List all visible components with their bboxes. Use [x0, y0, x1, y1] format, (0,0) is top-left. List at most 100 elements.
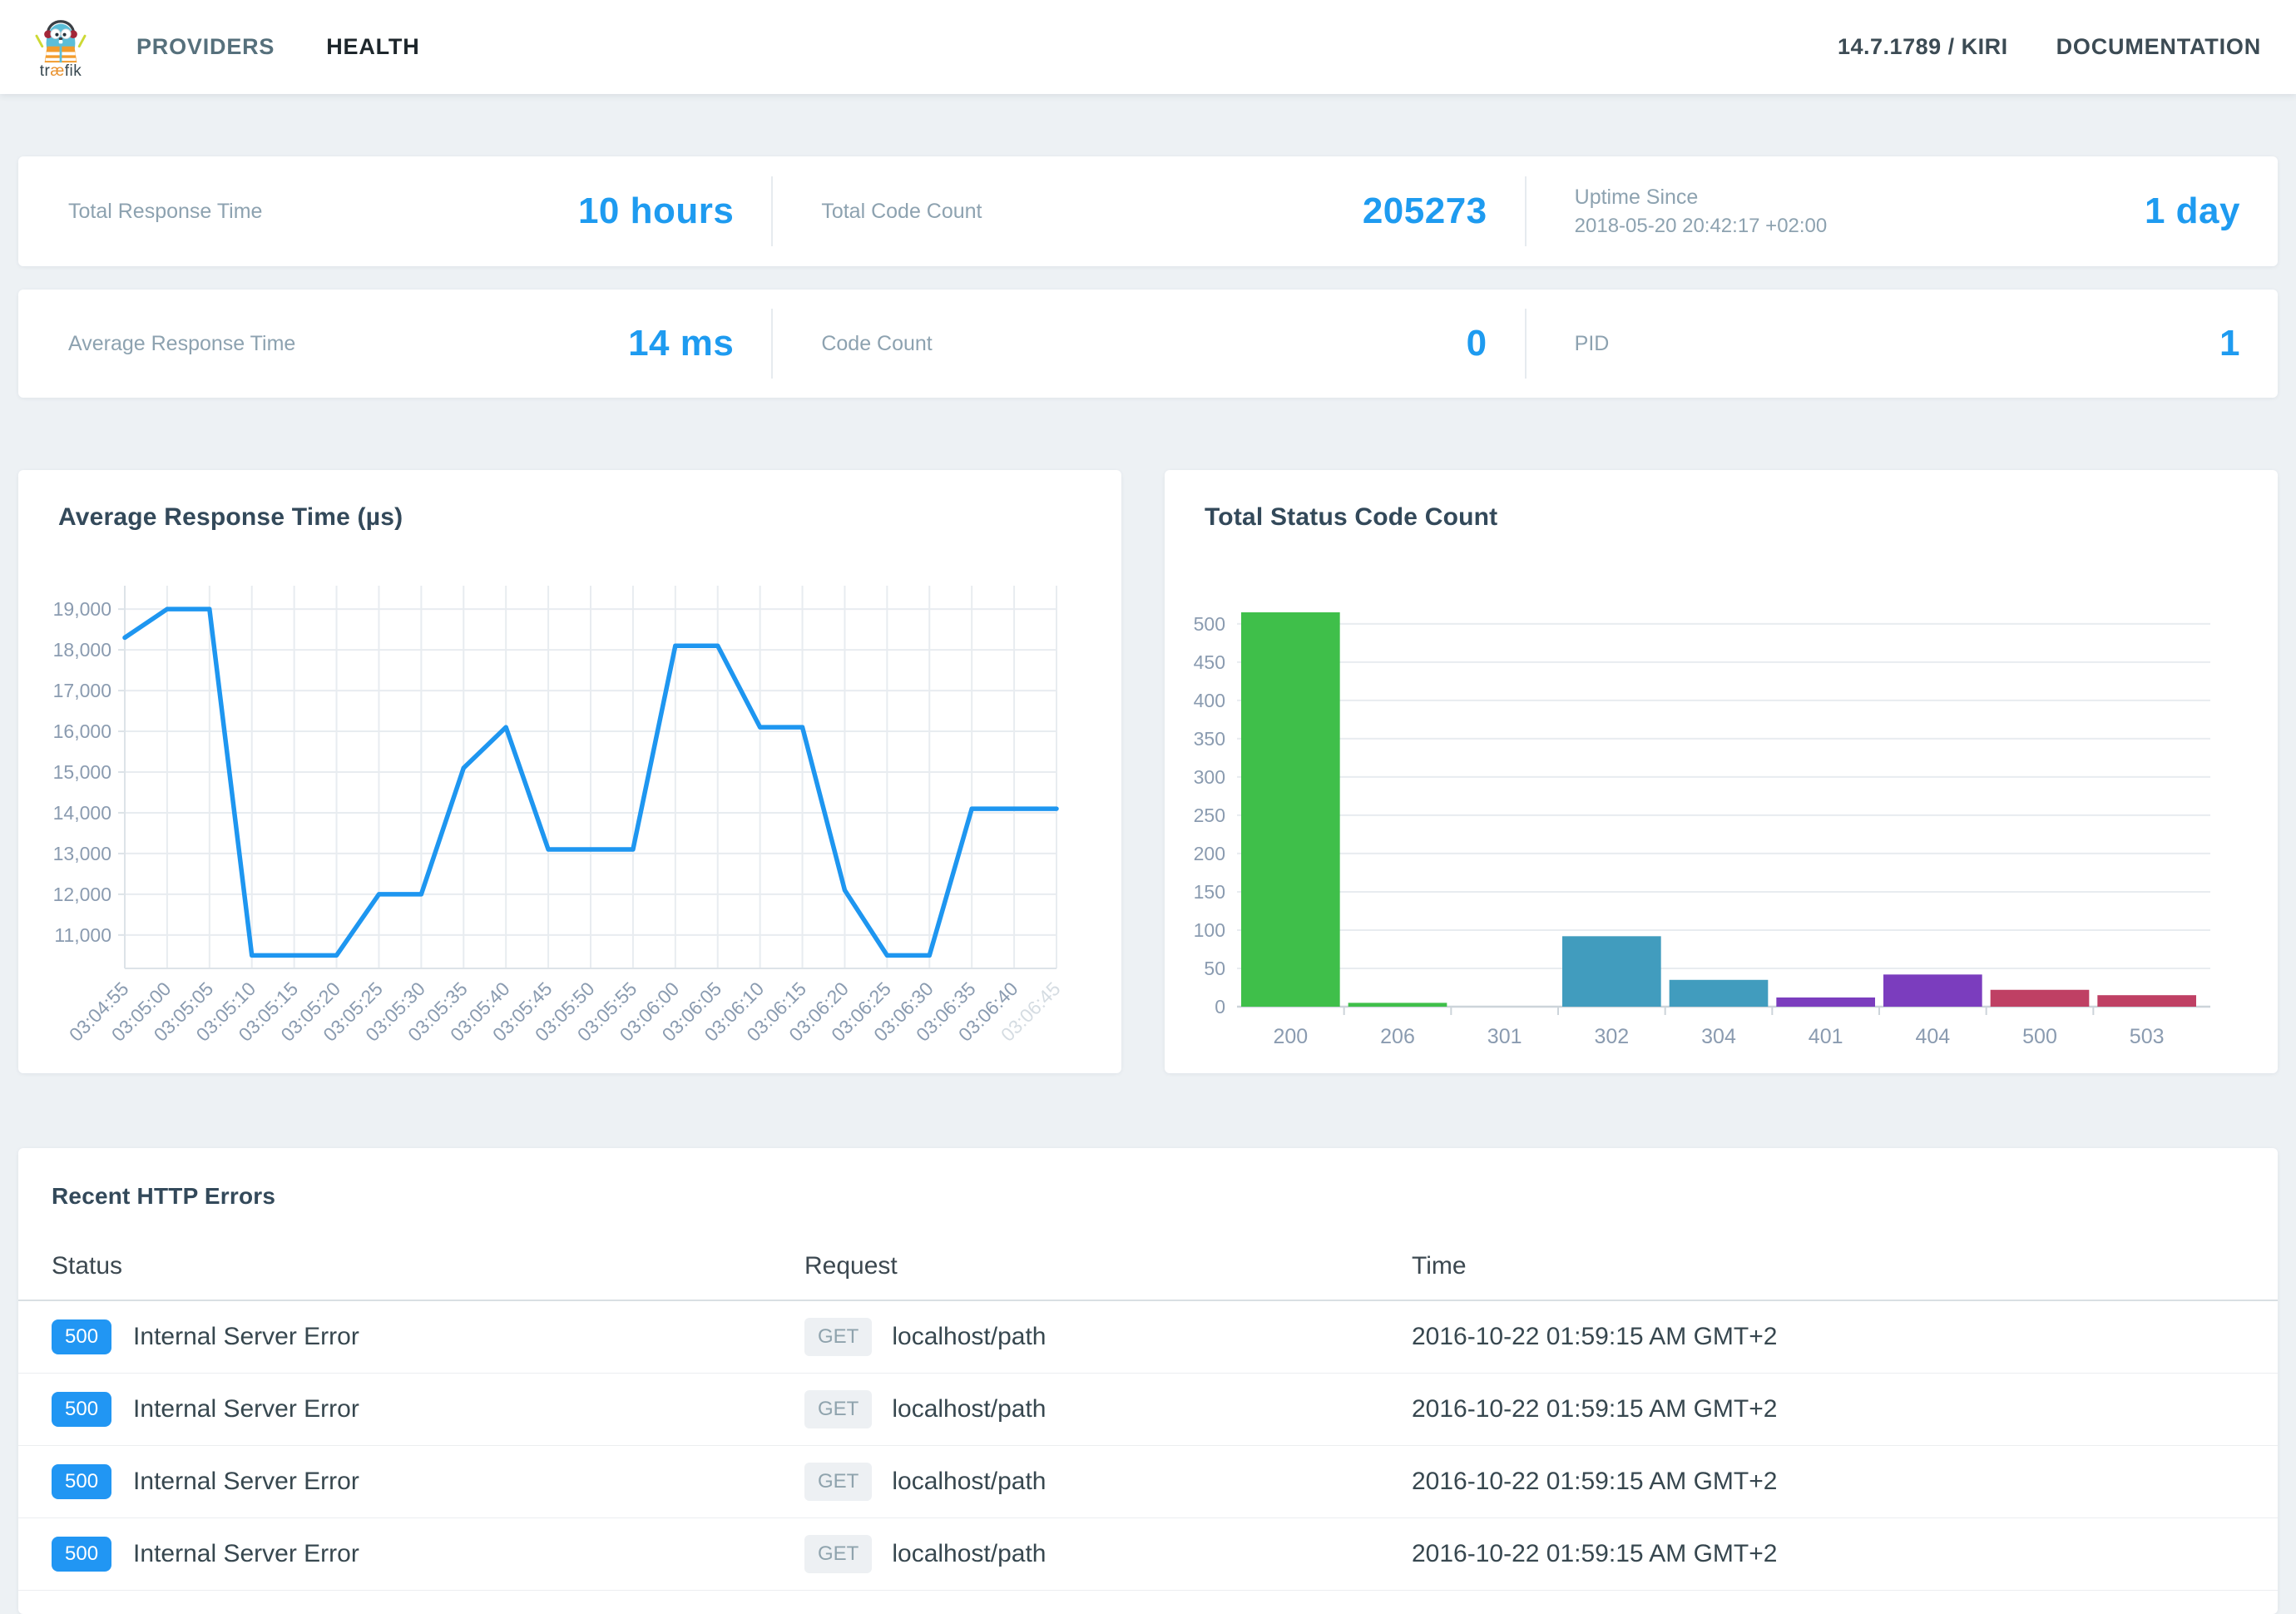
svg-text:13,000: 13,000 [53, 843, 111, 864]
svg-text:14,000: 14,000 [53, 802, 111, 824]
svg-text:200: 200 [1273, 1025, 1308, 1048]
charts-row: Average Response Time (µs) 11,00012,0001… [18, 470, 2278, 1073]
bar-404 [1883, 974, 1982, 1007]
errors-table: Status Request Time 500 Internal Server … [18, 1233, 2278, 1591]
table-row: 500 Internal Server Error GET localhost/… [18, 1301, 2278, 1374]
status-text: Internal Server Error [133, 1468, 359, 1496]
stat-average-response-time: Average Response Time 14 ms [18, 290, 771, 398]
request-path: localhost/path [892, 1540, 1046, 1568]
y-axis-labels: 0 50 100 150 200 250 300 350 400 450 500 [1194, 613, 1225, 1017]
nav-item-providers[interactable]: PROVIDERS [136, 34, 275, 60]
svg-text:300: 300 [1194, 766, 1225, 788]
table-row: 500 Internal Server Error GET localhost/… [18, 1374, 2278, 1446]
svg-text:350: 350 [1194, 728, 1225, 750]
column-header-request: Request [804, 1252, 1412, 1280]
svg-text:450: 450 [1194, 651, 1225, 673]
status-code-badge: 500 [52, 1319, 111, 1354]
chart-title: Total Status Code Count [1165, 503, 2278, 532]
bar-200 [1241, 612, 1340, 1007]
stat-pid: PID 1 [1525, 290, 2278, 398]
svg-text:401: 401 [1809, 1025, 1843, 1048]
svg-text:400: 400 [1194, 690, 1225, 711]
status-text: Internal Server Error [133, 1323, 359, 1351]
status-code-bar-chart: 0 50 100 150 200 250 300 350 400 450 500 200 206 301 3… [1165, 544, 2278, 1077]
error-time: 2016-10-22 01:59:15 AM GMT+2 [1412, 1468, 2278, 1496]
stat-label: Uptime Since [1575, 186, 1828, 210]
http-method-badge: GET [804, 1463, 872, 1501]
status-code-bars [1241, 612, 2196, 1007]
status-text: Internal Server Error [133, 1540, 359, 1568]
svg-text:304: 304 [1701, 1025, 1736, 1048]
svg-text:11,000: 11,000 [54, 924, 111, 946]
recent-http-errors-card: Recent HTTP Errors Status Request Time 5… [18, 1148, 2278, 1614]
stat-label: Total Code Count [821, 200, 982, 224]
status-text: Internal Server Error [133, 1395, 359, 1423]
stat-total-response-time: Total Response Time 10 hours [18, 156, 771, 266]
table-row: 500 Internal Server Error GET localhost/… [18, 1446, 2278, 1518]
traefik-gopher-icon [35, 14, 87, 64]
bar-304 [1670, 980, 1769, 1007]
x-axis-labels: 03:04:5503:05:0003:05:0503:05:1003:05:15… [65, 978, 1065, 1046]
traefik-logo[interactable]: træfik [25, 14, 96, 81]
column-header-time: Time [1412, 1252, 2278, 1280]
response-time-line-chart: 11,00012,00013,00014,00015,00016,00017,0… [18, 544, 1121, 1077]
svg-text:206: 206 [1380, 1025, 1415, 1048]
error-time: 2016-10-22 01:59:15 AM GMT+2 [1412, 1395, 2278, 1423]
stat-value: 10 hours [578, 191, 734, 232]
top-nav: træfik PROVIDERS HEALTH 14.7.1789 / KIRI… [0, 0, 2296, 94]
svg-text:15,000: 15,000 [53, 761, 111, 783]
svg-text:150: 150 [1194, 881, 1225, 903]
stat-label: PID [1575, 332, 1610, 356]
svg-text:19,000: 19,000 [53, 598, 111, 620]
status-code-badge: 500 [52, 1392, 111, 1427]
stat-value: 14 ms [628, 323, 734, 364]
error-time: 2016-10-22 01:59:15 AM GMT+2 [1412, 1323, 2278, 1351]
svg-text:200: 200 [1194, 843, 1225, 864]
status-code-badge: 500 [52, 1464, 111, 1499]
stat-code-count: Code Count 0 [771, 290, 1524, 398]
bar-401 [1776, 998, 1875, 1007]
response-time-chart-card: Average Response Time (µs) 11,00012,0001… [18, 470, 1121, 1073]
error-time: 2016-10-22 01:59:15 AM GMT+2 [1412, 1540, 2278, 1568]
stats-row-1: Total Response Time 10 hours Total Code … [18, 156, 2278, 266]
svg-text:503: 503 [2130, 1025, 2165, 1048]
request-path: localhost/path [892, 1323, 1046, 1351]
gridlines [125, 586, 1056, 968]
svg-text:0: 0 [1215, 996, 1225, 1017]
stat-value: 1 day [2145, 191, 2240, 232]
svg-text:500: 500 [2022, 1025, 2057, 1048]
documentation-link[interactable]: DOCUMENTATION [2056, 34, 2261, 60]
svg-text:404: 404 [1915, 1025, 1950, 1048]
status-code-badge: 500 [52, 1537, 111, 1572]
y-axis-labels: 11,00012,00013,00014,00015,00016,00017,0… [53, 598, 125, 946]
bar-206 [1348, 1003, 1447, 1007]
nav-right: 14.7.1789 / KIRI DOCUMENTATION [1838, 34, 2261, 60]
stat-label: Average Response Time [68, 332, 295, 356]
svg-text:500: 500 [1194, 613, 1225, 635]
errors-table-title: Recent HTTP Errors [18, 1183, 2278, 1210]
svg-text:16,000: 16,000 [53, 720, 111, 742]
stat-total-code-count: Total Code Count 205273 [771, 156, 1524, 266]
gridlines [1237, 624, 2210, 1015]
bar-503 [2097, 995, 2196, 1007]
http-method-badge: GET [804, 1318, 872, 1356]
chart-title: Average Response Time (µs) [18, 503, 1121, 532]
bar-500 [1991, 990, 2090, 1007]
http-method-badge: GET [804, 1390, 872, 1428]
stat-label: Total Response Time [68, 200, 262, 224]
brand-name: træfik [40, 62, 82, 81]
errors-table-header: Status Request Time [18, 1233, 2278, 1301]
svg-text:302: 302 [1594, 1025, 1629, 1048]
nav-item-health[interactable]: HEALTH [326, 34, 419, 60]
svg-text:301: 301 [1487, 1025, 1522, 1048]
traefik-health-dashboard: træfik PROVIDERS HEALTH 14.7.1789 / KIRI… [0, 0, 2296, 1582]
stat-uptime-since: Uptime Since 2018-05-20 20:42:17 +02:00 … [1525, 156, 2278, 266]
table-row: 500 Internal Server Error GET localhost/… [18, 1518, 2278, 1591]
stat-value: 0 [1467, 323, 1487, 364]
version-label: 14.7.1789 / KIRI [1838, 34, 2008, 60]
svg-text:250: 250 [1194, 805, 1225, 826]
svg-text:100: 100 [1194, 919, 1225, 941]
uptime-timestamp: 2018-05-20 20:42:17 +02:00 [1575, 215, 1828, 238]
svg-text:50: 50 [1204, 958, 1225, 979]
column-header-status: Status [52, 1252, 804, 1280]
